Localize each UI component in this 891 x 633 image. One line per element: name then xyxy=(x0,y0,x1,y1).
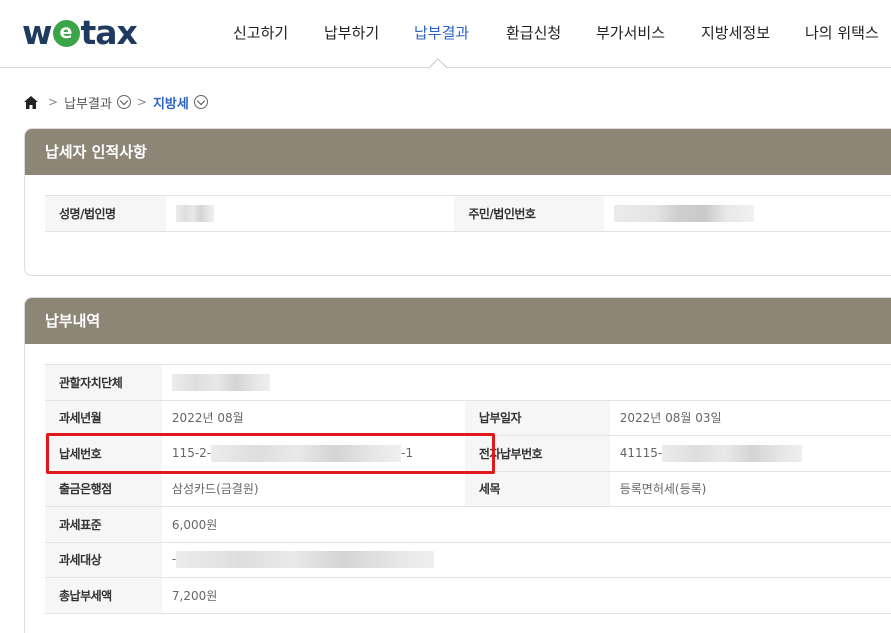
taxpayer-panel-title: 납세자 인적사항 xyxy=(25,129,891,175)
breadcrumb-level2[interactable]: 지방세 xyxy=(153,93,189,112)
municipality-label: 관할자치단체 xyxy=(45,364,162,401)
tax-item-value: 등록면허세(등록) xyxy=(609,470,891,507)
bank-value: 삼성카드(금결원) xyxy=(161,470,465,507)
tax-number-suffix: -1 xyxy=(401,445,414,460)
breadcrumb-separator-icon: > xyxy=(48,95,59,109)
tax-object-value: - xyxy=(161,541,891,578)
table-row: 과세대상 - xyxy=(45,541,891,578)
logo-e-icon: e xyxy=(52,20,80,47)
payment-panel-title: 납부내역 xyxy=(25,298,891,344)
table-row: 과세년월 2022년 08월 납부일자 2022년 08월 03일 xyxy=(45,399,891,436)
taxpayer-table: 성명/법인명 주민/법인번호 xyxy=(45,195,891,232)
tax-object-label: 과세대상 xyxy=(45,541,162,578)
tax-base-value: 6,000원 xyxy=(161,506,891,543)
site-header: w e tax 신고하기 납부하기 납부결과 환급신청 부가서비스 지방세정보 나의… xyxy=(0,0,891,68)
total-tax-value: 7,200원 xyxy=(161,577,891,614)
chevron-down-circle-icon[interactable] xyxy=(116,95,131,109)
pay-date-label: 납부일자 xyxy=(464,399,610,436)
tax-number-prefix: 115-2- xyxy=(171,445,212,460)
breadcrumb-separator-icon: > xyxy=(136,95,147,109)
name-value xyxy=(165,195,455,232)
nav-report[interactable]: 신고하기 xyxy=(233,22,288,43)
logo-prefix: w xyxy=(22,12,52,52)
nav-extra-services[interactable]: 부가서비스 xyxy=(596,22,665,43)
logo-suffix: tax xyxy=(80,12,138,52)
nav-pay[interactable]: 납부하기 xyxy=(324,22,379,43)
redacted-tax-number xyxy=(211,444,402,462)
redacted-municipality xyxy=(171,373,270,391)
breadcrumb-level1[interactable]: 납부결과 xyxy=(64,93,112,112)
table-row: 관할자치단체 xyxy=(45,364,891,401)
id-label: 주민/법인번호 xyxy=(454,195,605,232)
table-row: 출금은행점 삼성카드(금결원) 세목 등록면허세(등록) xyxy=(45,470,891,507)
home-icon[interactable] xyxy=(24,95,38,109)
bank-label: 출금은행점 xyxy=(45,470,162,507)
redacted-tax-object xyxy=(176,551,435,569)
redacted-name xyxy=(175,204,214,222)
municipality-value xyxy=(161,364,891,401)
epay-number-prefix: 41115- xyxy=(619,445,663,460)
payment-panel: 납부내역 관할자치단체 과세년월 2022년 08월 납부일자 2022년 08… xyxy=(24,297,891,633)
chevron-down-circle-icon[interactable] xyxy=(193,95,208,109)
epay-number-label: 전자납부번호 xyxy=(464,435,610,472)
id-value xyxy=(604,195,891,232)
pay-date-value: 2022년 08월 03일 xyxy=(609,399,891,436)
table-row: 총납부세액 7,200원 xyxy=(45,577,891,614)
nav-my-wetax[interactable]: 나의 위택스 xyxy=(805,22,879,43)
wetax-logo[interactable]: w e tax xyxy=(22,12,138,52)
nav-local-tax-info[interactable]: 지방세정보 xyxy=(701,22,770,43)
tax-number-value: 115-2- -1 xyxy=(161,435,465,472)
payment-table: 관할자치단체 과세년월 2022년 08월 납부일자 2022년 08월 03일… xyxy=(45,364,891,614)
epay-number-value: 41115- xyxy=(609,435,891,472)
tax-base-label: 과세표준 xyxy=(45,506,162,543)
redacted-id xyxy=(614,204,755,222)
tax-number-label: 납세번호 xyxy=(45,435,162,472)
table-row: 납세번호 115-2- -1 전자납부번호 41115- xyxy=(45,435,891,472)
active-nav-caret-icon xyxy=(428,58,448,69)
tax-month-label: 과세년월 xyxy=(45,399,162,436)
tax-month-value: 2022년 08월 xyxy=(161,399,465,436)
taxpayer-panel: 납세자 인적사항 성명/법인명 주민/법인번호 xyxy=(24,128,891,276)
total-tax-label: 총납부세액 xyxy=(45,577,162,614)
table-row: 과세표준 6,000원 xyxy=(45,506,891,543)
breadcrumb: > 납부결과 > 지방세 xyxy=(24,92,208,112)
name-label: 성명/법인명 xyxy=(45,195,166,232)
tax-item-label: 세목 xyxy=(464,470,610,507)
nav-pay-result[interactable]: 납부결과 xyxy=(414,22,469,43)
nav-refund[interactable]: 환급신청 xyxy=(506,22,561,43)
redacted-epay-number xyxy=(662,444,803,462)
table-row: 성명/법인명 주민/법인번호 xyxy=(45,195,891,232)
